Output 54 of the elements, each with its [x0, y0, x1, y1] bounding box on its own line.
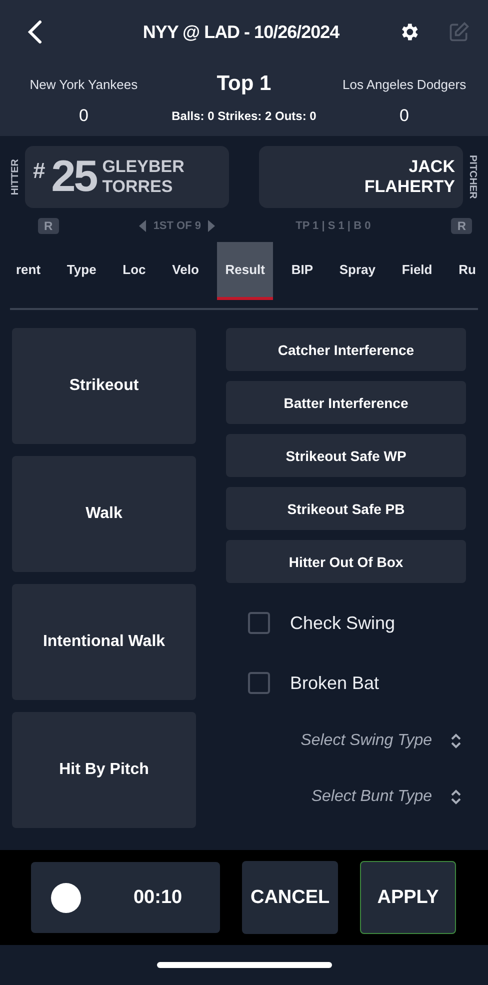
team-name: New York Yankees — [28, 76, 139, 92]
edit-button[interactable] — [448, 21, 470, 43]
next-icon[interactable] — [207, 220, 215, 232]
tab[interactable]: Field — [394, 242, 440, 300]
tab[interactable]: Spray — [331, 242, 384, 300]
checkbox[interactable] — [248, 672, 270, 694]
pitch-stats: TP 1 | S 1 | B 0 — [296, 220, 371, 232]
cancel-button[interactable]: CANCEL — [242, 861, 338, 934]
result-button[interactable]: Hit By Pitch — [12, 712, 196, 828]
tab[interactable]: Loc — [114, 242, 154, 300]
result-button[interactable]: Strikeout Safe PB — [226, 487, 466, 530]
result-button[interactable]: Catcher Interference — [226, 328, 466, 371]
tab[interactable]: Type — [58, 242, 104, 300]
last-name: TORRES — [102, 177, 174, 197]
hitter-label: HITTER — [10, 158, 21, 196]
pitcher-card[interactable]: JACK FLAHERTY — [259, 146, 463, 208]
tab[interactable]: Result — [217, 242, 273, 300]
hand-badge: R — [38, 218, 59, 234]
first-name: GLEYBER — [102, 157, 184, 177]
team-name: Los Angeles Dodgers — [341, 76, 468, 92]
result-button[interactable]: Intentional Walk — [12, 584, 196, 700]
checkbox[interactable] — [248, 612, 270, 634]
timer: 00:10 — [133, 886, 182, 908]
count-label: Balls: 0 Strikes: 2 Outs: 0 — [170, 109, 318, 123]
select-field[interactable]: Select Swing Type — [226, 713, 466, 769]
up-down-chevron-icon — [450, 788, 462, 806]
back-button[interactable] — [26, 19, 44, 45]
hand-badge: R — [451, 218, 472, 234]
result-button[interactable]: Strikeout Safe WP — [226, 434, 466, 477]
tab[interactable]: rent — [8, 242, 49, 300]
result-button[interactable]: Walk — [12, 456, 196, 572]
checkbox-label: Check Swing — [290, 612, 396, 634]
number-sign: # — [33, 158, 46, 184]
previous-icon[interactable] — [139, 220, 148, 232]
record-button[interactable] — [51, 882, 81, 912]
checkbox-label: Broken Bat — [290, 672, 380, 694]
team-score: 0 — [78, 106, 90, 126]
result-button[interactable]: Strikeout — [12, 328, 196, 444]
up-down-chevron-icon — [450, 732, 462, 750]
team-score: 0 — [398, 106, 410, 126]
result-button[interactable]: Batter Interference — [226, 381, 466, 424]
first-name: JACK — [408, 157, 455, 177]
apply-button[interactable]: APPLY — [360, 861, 456, 934]
result-button[interactable]: Hitter Out Of Box — [226, 540, 466, 583]
tab[interactable]: BIP — [283, 242, 322, 300]
jersey-number: 25 — [51, 152, 96, 202]
game-title: NYY @ LAD - 10/26/2024 — [142, 22, 340, 42]
tab[interactable]: Velo — [164, 242, 207, 300]
last-name: FLAHERTY — [364, 177, 455, 197]
inning-label: Top 1 — [216, 72, 272, 96]
select-field[interactable]: Select Bunt Type — [226, 769, 466, 825]
tab[interactable]: Ru — [450, 242, 484, 300]
pitcher-label: PITCHER — [467, 155, 478, 199]
batting-order: 1ST OF 9 — [153, 220, 201, 232]
